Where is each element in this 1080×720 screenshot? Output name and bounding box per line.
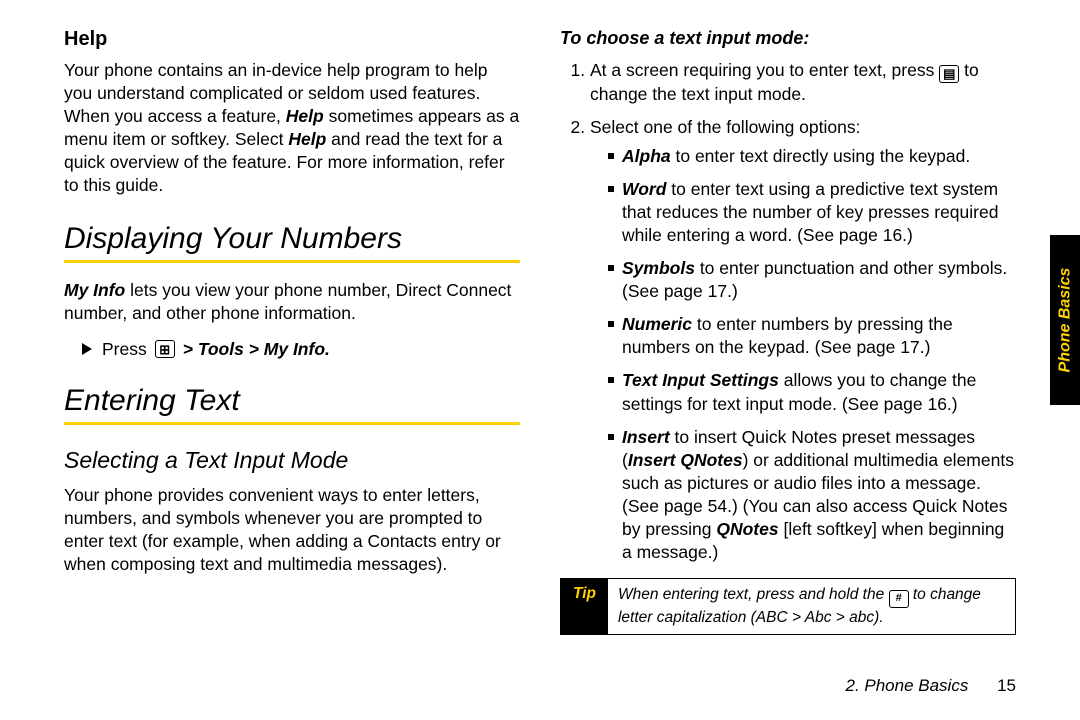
page-footer: 2. Phone Basics 15 <box>845 676 1016 696</box>
press-step: Press > Tools > My Info. <box>82 339 520 360</box>
opt-symbols: Symbols to enter punctuation and other s… <box>608 257 1016 303</box>
help-inline-2: Help <box>288 129 326 149</box>
opt-word: Word to enter text using a predictive te… <box>608 178 1016 247</box>
opt-alpha-body: to enter text directly using the keypad. <box>671 146 971 166</box>
displaying-heading-text: Displaying Your Numbers <box>64 222 402 255</box>
step-arrow-icon <box>82 343 92 355</box>
step-1: At a screen requiring you to enter text,… <box>590 59 1016 106</box>
choose-mode-heading-text: To choose a text input mode: <box>560 28 809 48</box>
selecting-heading: Selecting a Text Input Mode <box>64 447 520 474</box>
step2-text: Select one of the following options: <box>590 117 860 137</box>
steps-list: At a screen requiring you to enter text,… <box>560 59 1016 564</box>
selecting-body: Your phone provides convenient ways to e… <box>64 484 520 576</box>
opt-insert-qnotes: Insert QNotes <box>628 450 743 470</box>
myinfo-body: My Info lets you view your phone number,… <box>64 279 520 325</box>
choose-mode-heading: To choose a text input mode: <box>560 28 1016 49</box>
step-2: Select one of the following options: Alp… <box>590 116 1016 565</box>
displaying-heading: Displaying Your Numbers <box>64 222 520 256</box>
tip-label-text: Tip <box>573 585 596 603</box>
tip-body-a: When entering text, press and hold the <box>618 586 889 603</box>
opt-numeric-name: Numeric <box>622 314 692 334</box>
press-path: > Tools > My Info. <box>183 339 330 360</box>
help-heading: Help <box>64 28 520 51</box>
opt-tis-name: Text Input Settings <box>622 370 779 390</box>
myinfo-inline: My Info <box>64 280 125 300</box>
side-tab: Phone Basics <box>1050 235 1080 405</box>
right-column: To choose a text input mode: At a screen… <box>560 28 1016 635</box>
heading-rule-2 <box>64 422 520 425</box>
opt-word-name: Word <box>622 179 666 199</box>
help-heading-text: Help <box>64 28 107 50</box>
tip-box: Tip When entering text, press and hold t… <box>560 578 1016 635</box>
step1-a: At a screen requiring you to enter text,… <box>590 60 939 80</box>
opt-insert: Insert to insert Quick Notes preset mess… <box>608 426 1016 565</box>
options-list: Alpha to enter text directly using the k… <box>590 145 1016 565</box>
entering-heading: Entering Text <box>64 384 520 418</box>
selecting-heading-text: Selecting a Text Input Mode <box>64 447 348 473</box>
opt-text-input-settings: Text Input Settings allows you to change… <box>608 369 1016 415</box>
footer-page-number: 15 <box>997 676 1016 695</box>
hash-key-icon <box>889 590 909 608</box>
opt-alpha: Alpha to enter text directly using the k… <box>608 145 1016 168</box>
myinfo-body-text: lets you view your phone number, Direct … <box>64 280 511 323</box>
side-tab-text: Phone Basics <box>1056 268 1074 373</box>
opt-qnotes-key: QNotes <box>716 519 778 539</box>
footer-section: 2. Phone Basics <box>845 676 968 695</box>
selecting-body-text: Your phone provides convenient ways to e… <box>64 485 501 574</box>
two-column-layout: Help Your phone contains an in-device he… <box>64 28 1016 635</box>
left-column: Help Your phone contains an in-device he… <box>64 28 520 635</box>
tip-body: When entering text, press and hold the t… <box>608 579 1015 634</box>
opt-symbols-name: Symbols <box>622 258 695 278</box>
options-key-icon <box>939 65 959 83</box>
press-label: Press <box>102 339 147 360</box>
menu-key-icon <box>155 340 175 358</box>
tip-label: Tip <box>561 579 608 634</box>
opt-word-body: to enter text using a predictive text sy… <box>622 179 998 245</box>
help-inline-1: Help <box>286 106 324 126</box>
opt-insert-name: Insert <box>622 427 670 447</box>
heading-rule <box>64 260 520 263</box>
opt-alpha-name: Alpha <box>622 146 671 166</box>
opt-numeric: Numeric to enter numbers by pressing the… <box>608 313 1016 359</box>
help-body: Your phone contains an in-device help pr… <box>64 59 520 198</box>
manual-page: Help Your phone contains an in-device he… <box>0 0 1080 720</box>
entering-heading-text: Entering Text <box>64 384 240 417</box>
